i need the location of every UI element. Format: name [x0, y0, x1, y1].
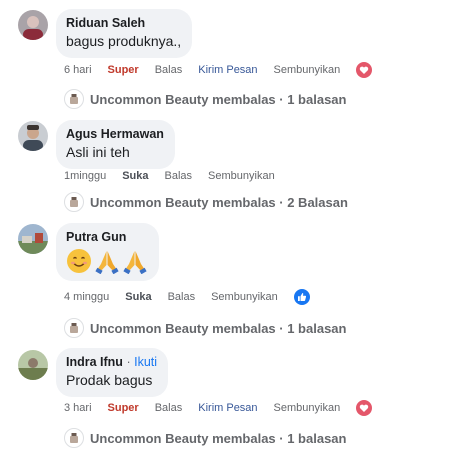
- comment-actions: 4 minggu Suka Balas Sembunyikan: [64, 289, 310, 305]
- heart-icon: [356, 400, 373, 416]
- comment-bubble: Putra Gun: [56, 223, 159, 281]
- reply-summary-text[interactable]: Uncommon Beauty membalas · 2 Balasan: [90, 195, 348, 210]
- page-avatar: [64, 428, 84, 448]
- avatar[interactable]: [18, 10, 48, 40]
- page-avatar: [64, 192, 84, 212]
- comment-bubble: Riduan Saleh bagus produknya.,: [56, 9, 193, 58]
- hide-button[interactable]: Sembunyikan: [274, 64, 341, 76]
- reply-summary-text[interactable]: Uncommon Beauty membalas · 1 balasan: [90, 321, 346, 336]
- hide-button[interactable]: Sembunyikan: [211, 291, 278, 303]
- comment-actions: 3 hari Super Balas Kirim Pesan Sembunyik…: [64, 400, 373, 416]
- comment-author[interactable]: Indra Ifnu: [66, 355, 123, 369]
- reaction-super-button[interactable]: Super: [108, 402, 139, 414]
- comment-author[interactable]: Agus Hermawan: [66, 126, 164, 142]
- avatar[interactable]: [18, 350, 48, 380]
- comment-bubble: Agus Hermawan Asli ini teh: [56, 120, 175, 169]
- reply-button[interactable]: Balas: [165, 170, 193, 182]
- comment-author-line: Indra Ifnu · Ikuti: [66, 354, 157, 370]
- follow-button[interactable]: Ikuti: [134, 355, 157, 369]
- like-icon: [293, 289, 310, 305]
- reaction-super-button[interactable]: Super: [108, 64, 139, 76]
- reply-button[interactable]: Balas: [168, 291, 196, 303]
- comment-time[interactable]: 1minggu: [64, 170, 106, 182]
- reply-button[interactable]: Balas: [155, 402, 183, 414]
- comment-text: Prodak bagus: [66, 372, 153, 388]
- avatar[interactable]: [18, 224, 48, 254]
- send-message-button[interactable]: Kirim Pesan: [198, 402, 257, 414]
- comment-text: bagus produknya.,: [66, 33, 182, 49]
- comment-emojis: [66, 248, 148, 274]
- separator: ·: [126, 355, 131, 369]
- folded-hands-emoji: [123, 251, 147, 274]
- reply-summary-link[interactable]: Uncommon Beauty membalas · 1 balasan: [64, 317, 346, 339]
- like-button[interactable]: Suka: [122, 170, 148, 182]
- comment-actions: 6 hari Super Balas Kirim Pesan Sembunyik…: [64, 62, 373, 78]
- comment-bubble: Indra Ifnu · Ikuti Prodak bagus: [56, 348, 169, 397]
- folded-hands-emoji: [95, 251, 119, 274]
- smiling-face-emoji: [67, 249, 91, 273]
- like-button[interactable]: Suka: [125, 291, 151, 303]
- comment-time[interactable]: 3 hari: [64, 402, 92, 414]
- send-message-button[interactable]: Kirim Pesan: [198, 64, 257, 76]
- comment-time[interactable]: 4 minggu: [64, 291, 109, 303]
- comment-text: Asli ini teh: [66, 144, 130, 160]
- hide-button[interactable]: Sembunyikan: [208, 170, 275, 182]
- comment-author[interactable]: Riduan Saleh: [66, 15, 181, 31]
- reply-summary-text[interactable]: Uncommon Beauty membalas · 1 balasan: [90, 92, 346, 107]
- comment-actions: 1minggu Suka Balas Sembunyikan: [64, 168, 291, 184]
- hide-button[interactable]: Sembunyikan: [274, 402, 341, 414]
- reply-button[interactable]: Balas: [155, 64, 183, 76]
- comment-author[interactable]: Putra Gun: [66, 229, 148, 245]
- page-avatar: [64, 318, 84, 338]
- reply-summary-link[interactable]: Uncommon Beauty membalas · 1 balasan: [64, 88, 346, 110]
- heart-icon: [356, 62, 373, 78]
- reply-summary-link[interactable]: Uncommon Beauty membalas · 2 Balasan: [64, 191, 348, 213]
- reply-summary-link[interactable]: Uncommon Beauty membalas · 1 balasan: [64, 427, 346, 449]
- page-avatar: [64, 89, 84, 109]
- avatar[interactable]: [18, 121, 48, 151]
- reply-summary-text[interactable]: Uncommon Beauty membalas · 1 balasan: [90, 431, 346, 446]
- comment-time[interactable]: 6 hari: [64, 64, 92, 76]
